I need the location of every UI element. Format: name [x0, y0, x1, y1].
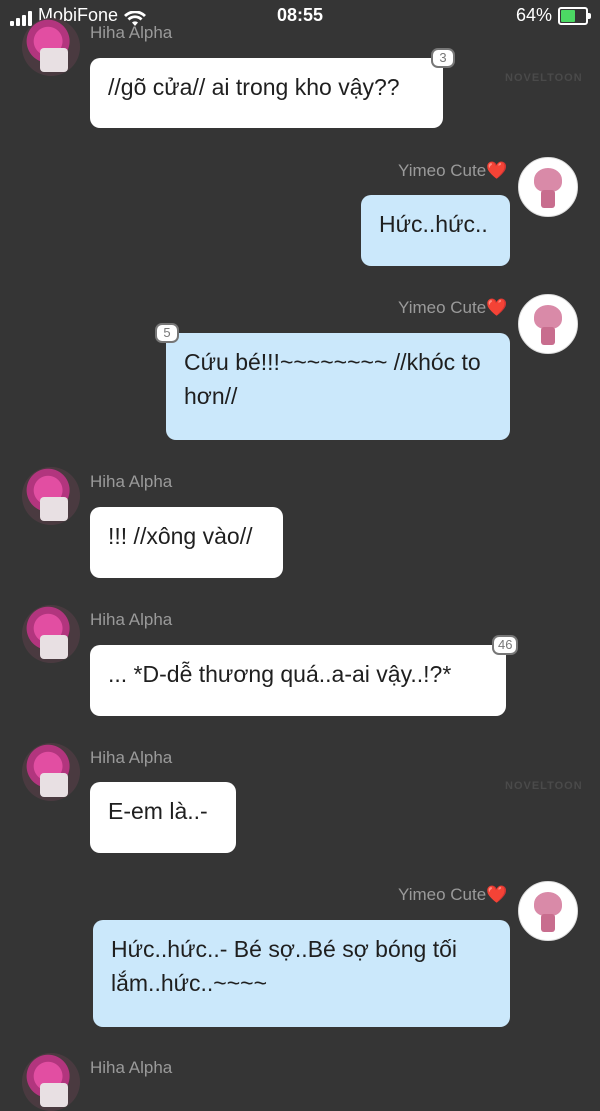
- message-bubble[interactable]: Hức..hức..- Bé sợ..Bé sợ bóng tối lắm..h…: [93, 920, 510, 1027]
- message-bubble[interactable]: ... *D-dễ thương quá..a-ai vậy..!?*: [90, 645, 506, 716]
- watermark: NOVELTOON: [505, 780, 583, 792]
- heart-icon: ❤️: [486, 161, 508, 180]
- battery-percent: 64%: [515, 5, 552, 25]
- avatar-hiha-alpha[interactable]: [22, 18, 80, 76]
- watermark: NOVELTOON: [505, 72, 583, 84]
- sender-name: Hiha Alpha: [90, 610, 173, 629]
- message-bubble[interactable]: //gõ cửa// ai trong kho vậy??: [90, 58, 443, 128]
- heart-icon: ❤️: [486, 885, 508, 904]
- avatar-yimeo-cute[interactable]: [518, 157, 578, 217]
- comment-count-badge[interactable]: 5: [155, 323, 179, 343]
- avatar-hiha-alpha[interactable]: [22, 467, 80, 525]
- sender-name: Yimeo Cute❤️: [398, 298, 508, 317]
- avatar-hiha-alpha[interactable]: [22, 743, 80, 801]
- message-bubble[interactable]: Cứu bé!!!~~~~~~~~ //khóc to hơn//: [166, 333, 510, 440]
- message-bubble[interactable]: Hức..hức..: [361, 195, 510, 266]
- sender-name: Hiha Alpha: [90, 1058, 173, 1077]
- sender-name: Hiha Alpha: [90, 472, 173, 491]
- battery-icon: [558, 6, 591, 25]
- comment-count-badge[interactable]: 3: [431, 48, 455, 68]
- sender-name: Yimeo Cute❤️: [398, 885, 508, 904]
- message-bubble[interactable]: !!! //xông vào//: [90, 507, 283, 578]
- battery-group: 64%: [515, 5, 591, 26]
- heart-icon: ❤️: [486, 298, 508, 317]
- avatar-yimeo-cute[interactable]: [518, 294, 578, 354]
- sender-name: Yimeo Cute❤️: [398, 161, 508, 180]
- avatar-yimeo-cute[interactable]: [518, 881, 578, 941]
- comment-count-badge[interactable]: 46: [492, 635, 519, 655]
- sender-name: Hiha Alpha: [90, 748, 173, 767]
- avatar-hiha-alpha[interactable]: [22, 605, 80, 663]
- avatar-hiha-alpha[interactable]: [22, 1053, 80, 1111]
- sender-name: Hiha Alpha: [90, 23, 173, 42]
- message-bubble[interactable]: E-em là..-: [90, 782, 236, 853]
